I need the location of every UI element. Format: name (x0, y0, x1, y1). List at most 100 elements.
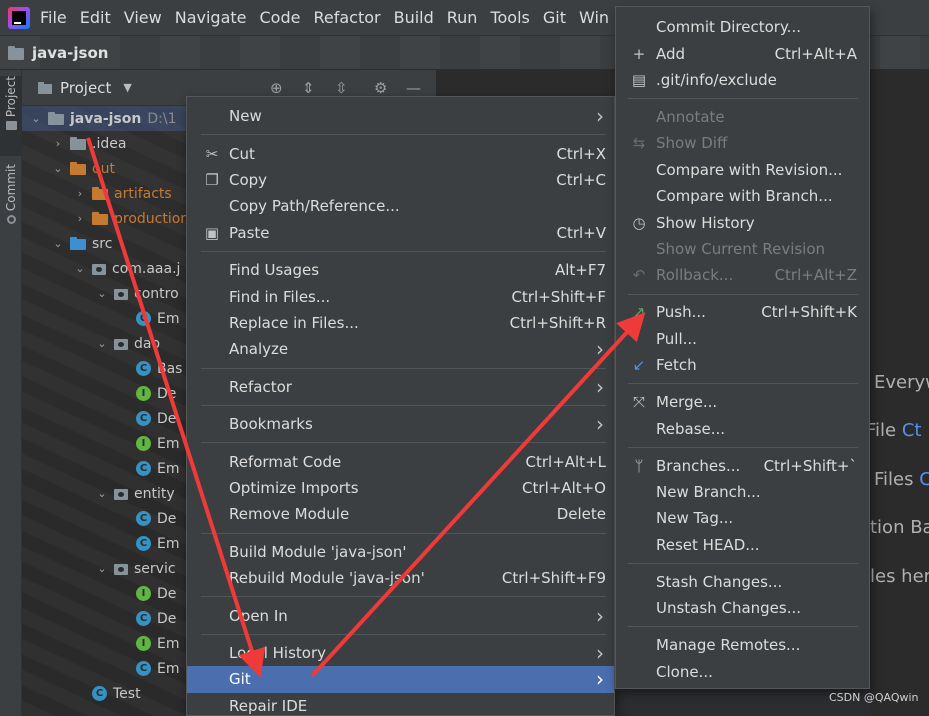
menu-run[interactable]: Run (447, 8, 478, 27)
menu-item-push[interactable]: ↗ Push... Ctrl+Shift+K (616, 299, 869, 325)
menu-item-find-usages[interactable]: Find Usages Alt+F7 (187, 257, 614, 283)
chevron-down-icon[interactable]: ⌄ (74, 262, 86, 275)
chevron-right-icon[interactable]: › (52, 137, 64, 150)
menu-item-label: Rebuild Module 'java-json' (229, 569, 425, 588)
expand-all-icon[interactable]: ⇕ (302, 80, 315, 96)
menu-navigate[interactable]: Navigate (175, 8, 247, 27)
menu-item-local-history[interactable]: Local History › (187, 640, 614, 666)
menu-item-replace-in-files[interactable]: Replace in Files... Ctrl+Shift+R (187, 310, 614, 336)
collapse-all-icon[interactable]: ⇳ (335, 80, 348, 96)
menu-item-refactor[interactable]: Refactor › (187, 374, 614, 400)
menu-item-remove-module[interactable]: Remove Module Delete (187, 501, 614, 527)
menu-item-rollback[interactable]: ↶ Rollback... Ctrl+Alt+Z (616, 262, 869, 288)
menu-tools[interactable]: Tools (490, 8, 529, 27)
menu-item-show-history[interactable]: ◷ Show History (616, 209, 869, 235)
folder-orange-icon (92, 187, 108, 200)
menu-item-clone[interactable]: Clone... (616, 658, 869, 684)
tree-item-label: Em (157, 535, 180, 552)
menu-item-build-module-java-json[interactable]: Build Module 'java-json' (187, 539, 614, 565)
menu-item-label: Build Module 'java-json' (229, 542, 407, 561)
project-folder-icon (8, 45, 24, 60)
hide-panel-icon[interactable]: — (406, 80, 421, 96)
chevron-down-icon[interactable]: ⌄ (30, 112, 42, 125)
menu-code[interactable]: Code (260, 8, 301, 27)
tree-item-label: De (157, 610, 177, 627)
menu-item-commit-directory[interactable]: Commit Directory... (616, 14, 869, 40)
menu-item-reset-head[interactable]: Reset HEAD... (616, 532, 869, 558)
tree-item-label: Em (157, 635, 180, 652)
menu-item-fetch[interactable]: ↙ Fetch (616, 352, 869, 378)
tree-item-label: De (157, 585, 177, 602)
menu-item-compare-with-branch[interactable]: Compare with Branch... (616, 183, 869, 209)
chevron-down-icon[interactable]: ⌄ (96, 287, 108, 300)
commit-tool-tab[interactable]: Commit (0, 164, 22, 244)
package-icon (114, 287, 128, 300)
menu-item-open-in[interactable]: Open In › (187, 602, 614, 628)
menu-item-repair-ide[interactable]: Repair IDE (187, 693, 614, 716)
menu-item-reformat-code[interactable]: Reformat Code Ctrl+Alt+L (187, 448, 614, 474)
chevron-right-icon[interactable]: › (74, 187, 86, 200)
menu-item-stash-changes[interactable]: Stash Changes... (616, 569, 869, 595)
menu-build[interactable]: Build (394, 8, 434, 27)
menu-item-rebase[interactable]: Rebase... (616, 415, 869, 441)
menu-item-annotate[interactable]: Annotate (616, 104, 869, 130)
menu-item-new-tag[interactable]: New Tag... (616, 505, 869, 531)
menu-item-git-info-exclude[interactable]: ▤ .git/info/exclude (616, 67, 869, 93)
menu-item-label: Find Usages (229, 261, 320, 280)
menu-item-git[interactable]: Git › (187, 666, 614, 693)
menu-item-label: Clone... (656, 662, 713, 681)
tree-item-label: De (157, 510, 177, 527)
menu-item-find-in-files[interactable]: Find in Files... Ctrl+Shift+F (187, 283, 614, 309)
menu-item-manage-remotes[interactable]: Manage Remotes... (616, 632, 869, 658)
menu-item-label: Rollback... (656, 266, 734, 285)
gear-icon[interactable]: ⚙ (374, 80, 387, 96)
menu-item-pull[interactable]: Pull... (616, 326, 869, 352)
class-icon: C (136, 511, 151, 526)
menu-git[interactable]: Git (543, 8, 566, 27)
menu-item-label: .git/info/exclude (656, 70, 777, 89)
locate-target-icon[interactable]: ⊕ (270, 80, 283, 96)
chevron-down-icon[interactable]: ⌄ (52, 237, 64, 250)
menu-item-copy[interactable]: ❐ Copy Ctrl+C (187, 167, 614, 193)
folder-icon (5, 121, 17, 131)
menu-item-unstash-changes[interactable]: Unstash Changes... (616, 595, 869, 621)
menu-item-bookmarks[interactable]: Bookmarks › (187, 411, 614, 437)
menu-win[interactable]: Win (579, 8, 609, 27)
view-dropdown-icon[interactable]: ▼ (123, 81, 131, 94)
menu-view[interactable]: View (124, 8, 162, 27)
menu-separator (628, 383, 858, 385)
menu-refactor[interactable]: Refactor (313, 8, 380, 27)
menu-item-compare-with-revision[interactable]: Compare with Revision... (616, 157, 869, 183)
menu-item-optimize-imports[interactable]: Optimize Imports Ctrl+Alt+O (187, 475, 614, 501)
menu-item-rebuild-module-java-json[interactable]: Rebuild Module 'java-json' Ctrl+Shift+F9 (187, 565, 614, 591)
chevron-right-icon[interactable]: › (74, 212, 86, 225)
menu-item-new[interactable]: New › (187, 103, 614, 129)
menu-item-cut[interactable]: ✂ Cut Ctrl+X (187, 140, 614, 166)
menu-item-new-branch[interactable]: New Branch... (616, 479, 869, 505)
tree-item-label: dao (134, 335, 161, 352)
menu-item-merge[interactable]: ⤧ Merge... (616, 389, 869, 415)
chevron-down-icon[interactable]: ⌄ (96, 337, 108, 350)
chevron-down-icon[interactable]: ⌄ (52, 162, 64, 175)
tree-item-label: De (157, 385, 177, 402)
chevron-down-icon[interactable]: ⌄ (96, 562, 108, 575)
breadcrumb-project-name[interactable]: java-json (32, 44, 108, 62)
menu-item-label: Commit Directory... (656, 18, 801, 37)
menu-item-shortcut: Ctrl+Alt+Z (774, 266, 857, 285)
menu-item-label: Open In (229, 606, 288, 625)
project-tool-tab[interactable]: Project (0, 76, 22, 156)
chevron-down-icon[interactable]: ⌄ (96, 487, 108, 500)
class-icon: C (136, 536, 151, 551)
project-panel-title[interactable]: Project (60, 79, 111, 97)
menu-file[interactable]: File (40, 8, 67, 27)
menu-item-paste[interactable]: ▣ Paste Ctrl+V (187, 220, 614, 246)
menu-item-add[interactable]: + Add Ctrl+Alt+A (616, 40, 869, 66)
menu-item-copy-path-reference[interactable]: Copy Path/Reference... (187, 193, 614, 219)
git-file-icon: ▤ (631, 70, 647, 89)
menu-edit[interactable]: Edit (80, 8, 111, 27)
menu-item-show-diff[interactable]: ⇆ Show Diff (616, 130, 869, 156)
menu-item-analyze[interactable]: Analyze › (187, 336, 614, 362)
menu-item-branches[interactable]: ᛘ Branches... Ctrl+Shift+` (616, 452, 869, 478)
submenu-arrow-icon: › (596, 603, 604, 628)
menu-item-show-current-revision[interactable]: Show Current Revision (616, 236, 869, 262)
